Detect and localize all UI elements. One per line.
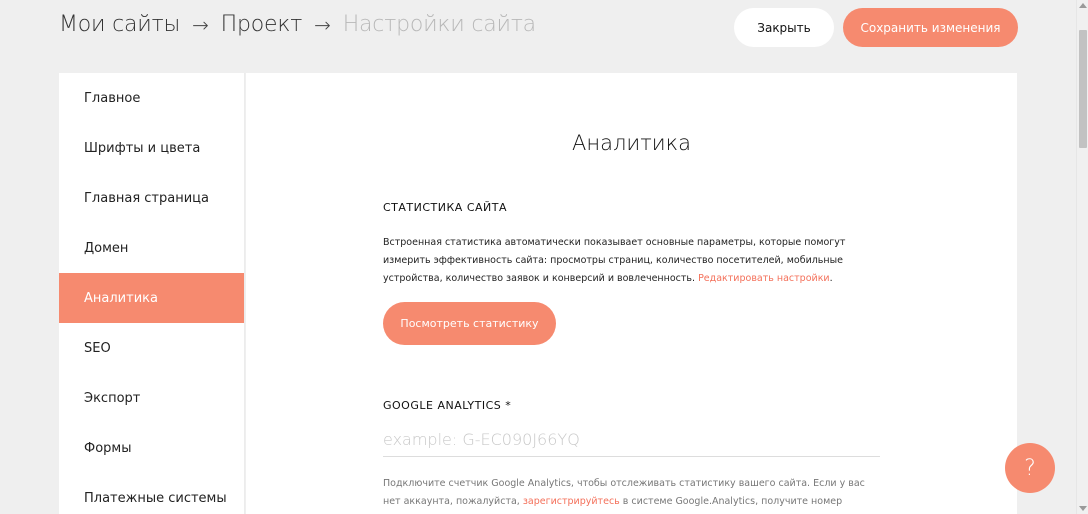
top-bar: Мои сайты → Проект → Настройки сайта Зак… bbox=[0, 0, 1076, 56]
scroll-thumb[interactable] bbox=[1079, 30, 1087, 148]
sidebar-item-payment-systems[interactable]: Платежные системы bbox=[59, 473, 244, 514]
page-scrollbar[interactable] bbox=[1076, 0, 1088, 514]
breadcrumb-arrow-icon: → bbox=[314, 12, 331, 37]
scroll-up-arrow-icon[interactable] bbox=[1079, 3, 1087, 8]
scroll-down-arrow-icon[interactable] bbox=[1079, 506, 1087, 511]
sidebar-item-seo[interactable]: SEO bbox=[59, 323, 244, 373]
google-analytics-description: Подключите счетчик Google Analytics, что… bbox=[383, 475, 883, 514]
google-analytics-heading: GOOGLE ANALYTICS * bbox=[383, 399, 512, 412]
site-statistics-heading: СТАТИСТИКА САЙТА bbox=[383, 201, 508, 214]
settings-content: Аналитика СТАТИСТИКА САЙТА Встроенная ст… bbox=[246, 73, 1017, 514]
sidebar-item-export[interactable]: Экспорт bbox=[59, 373, 244, 423]
site-statistics-description: Встроенная статистика автоматически пока… bbox=[383, 234, 883, 288]
sidebar-item-home-page[interactable]: Главная страница bbox=[59, 173, 244, 223]
breadcrumb-my-sites[interactable]: Мои сайты bbox=[59, 12, 180, 37]
close-button[interactable]: Закрыть bbox=[734, 8, 834, 47]
statistics-description-suffix: . bbox=[829, 273, 833, 284]
sidebar-item-analytics[interactable]: Аналитика bbox=[59, 273, 244, 323]
settings-sidebar: Главное Шрифты и цвета Главная страница … bbox=[59, 73, 245, 514]
question-icon: ? bbox=[1024, 455, 1036, 481]
sidebar-item-domain[interactable]: Домен bbox=[59, 223, 244, 273]
view-statistics-button[interactable]: Посмотреть статистику bbox=[383, 302, 556, 345]
google-analytics-id-input[interactable] bbox=[383, 423, 880, 457]
register-link[interactable]: зарегистрируйтесь bbox=[523, 496, 620, 507]
sidebar-item-general[interactable]: Главное bbox=[59, 73, 244, 123]
breadcrumb-arrow-icon: → bbox=[192, 12, 209, 37]
save-changes-button[interactable]: Сохранить изменения bbox=[843, 8, 1018, 47]
breadcrumb-current-page: Настройки сайта bbox=[342, 12, 536, 37]
breadcrumb: Мои сайты → Проект → Настройки сайта bbox=[59, 12, 536, 37]
sidebar-item-forms[interactable]: Формы bbox=[59, 423, 244, 473]
breadcrumb-project[interactable]: Проект bbox=[221, 12, 303, 37]
help-button[interactable]: ? bbox=[1005, 443, 1055, 493]
sidebar-item-fonts-colors[interactable]: Шрифты и цвета bbox=[59, 123, 244, 173]
page-title: Аналитика bbox=[572, 131, 691, 155]
edit-settings-link[interactable]: Редактировать настройки bbox=[698, 273, 830, 284]
